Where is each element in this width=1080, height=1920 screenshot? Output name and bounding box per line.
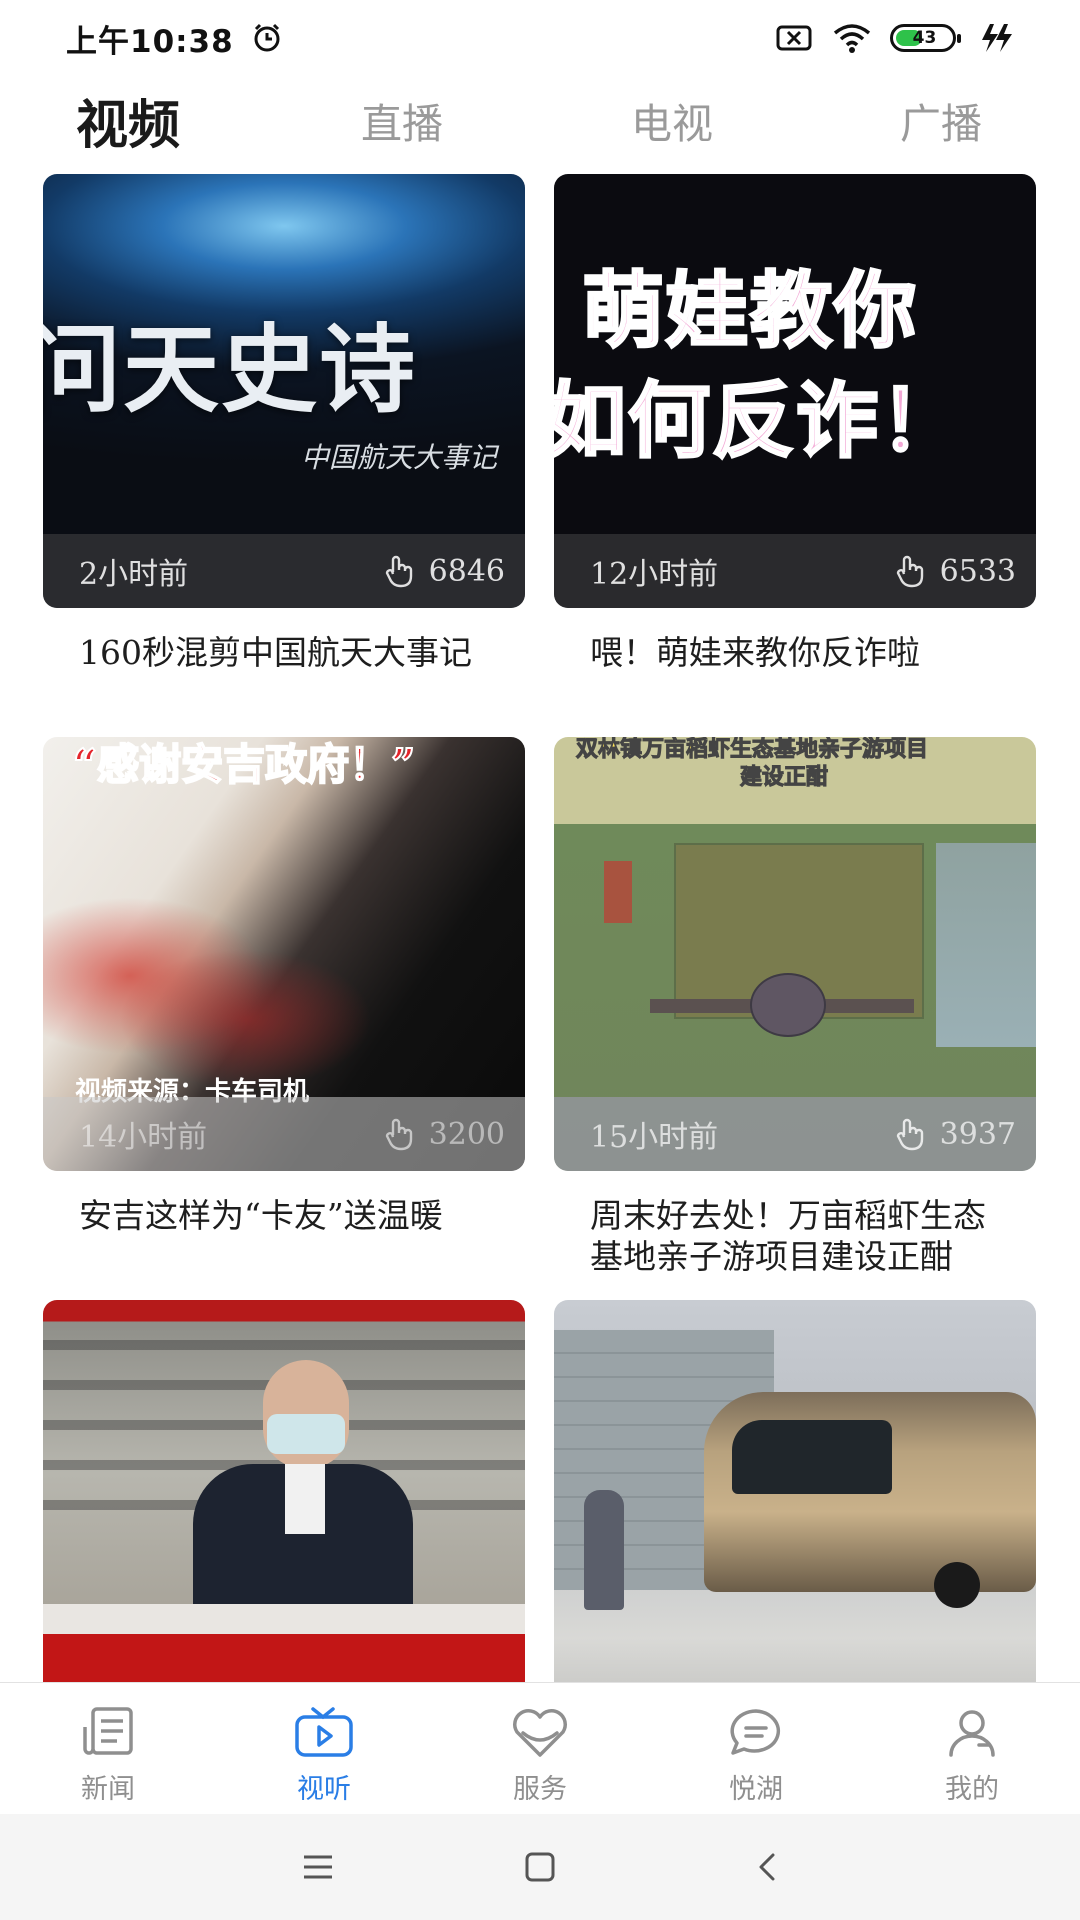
bottom-navigation: 新闻 视听 服务 悦湖 我的 [0,1682,1080,1814]
view-count-value: 6846 [428,553,505,589]
system-navigation-bar [0,1814,1080,1920]
video-thumbnail[interactable]: 双林镇万亩稻虾生态基地亲子游项目 建设正酣 15小时前 3937 [554,737,1036,1171]
person-figure [193,1360,413,1614]
desk-bar [43,1604,525,1634]
user-icon [949,1710,995,1757]
hand-tap-icon [385,555,412,588]
video-card[interactable]: “感谢安吉政府！” 视频来源：卡车司机 14小时前 3200 安吉这样为“卡友”… [43,737,525,1236]
video-title[interactable]: 喂！萌娃来教你反诈啦 [554,632,1036,673]
wifi-icon [833,24,871,53]
video-thumbnail[interactable]: 问天史诗 中国航天大事记 2小时前 6846 [43,174,525,608]
video-grid: 问天史诗 中国航天大事记 2小时前 6846 160秒混剪中国航天大事记 萌娃教… [0,174,1080,1682]
view-count: 6846 [381,552,505,590]
publish-time: 12小时前 [590,557,719,592]
video-title[interactable]: 周末好去处！万亩稻虾生态基地亲子游项目建设正酣 [554,1195,1036,1277]
menu-icon[interactable] [298,1847,338,1887]
heart-service-icon [513,1709,567,1757]
overlay-line-2: 如何反诈！ [554,372,965,471]
nav-label: 悦湖 [729,1774,783,1805]
nav-profile[interactable]: 我的 [864,1683,1080,1814]
video-card[interactable] [554,1300,1036,1682]
tab-tv[interactable]: 电视 [631,90,713,150]
hand-tap-icon [385,1118,412,1151]
publish-time: 15小时前 [590,1120,719,1155]
home-icon[interactable] [520,1847,560,1887]
chat-bubble-icon [730,1709,781,1755]
news-icon [83,1707,133,1755]
publish-time: 2小时前 [79,557,189,592]
nav-community[interactable]: 悦湖 [648,1683,864,1814]
right-field [936,843,1036,1047]
nav-news[interactable]: 新闻 [0,1683,216,1814]
nav-service[interactable]: 服务 [432,1683,648,1814]
overlay-top-text: “感谢安吉政府！” [72,739,416,790]
nav-label: 服务 [513,1774,567,1805]
video-card[interactable]: 双林镇万亩稻虾生态基地亲子游项目 建设正酣 15小时前 3937 周末好去处！万… [554,737,1036,1277]
sim-off-icon [776,25,812,51]
video-card[interactable] [43,1300,525,1682]
battery-icon: 43 [890,24,961,52]
view-count-value: 3937 [939,1116,1016,1152]
video-thumbnail[interactable]: “感谢安吉政府！” 视频来源：卡车司机 14小时前 3200 [43,737,525,1171]
view-count: 6533 [892,552,1016,590]
view-count-value: 6533 [939,553,1016,589]
charging-icon [982,24,1012,52]
video-meta-bar: 12小时前 6533 [554,534,1036,608]
nav-label: 我的 [945,1774,999,1805]
tab-video[interactable]: 视频 [76,83,180,158]
alarm-icon [254,23,280,52]
video-meta-bar: 15小时前 3937 [554,1097,1036,1171]
nav-label: 新闻 [81,1774,135,1805]
tv-play-icon [295,1707,353,1757]
video-meta-bar: 2小时前 6846 [43,534,525,608]
nav-label: 视听 [297,1774,351,1805]
status-icons: 43 [774,21,1014,55]
overlay-line-1: 萌娃教你 [580,262,919,361]
view-count: 3937 [892,1115,1016,1153]
video-thumbnail[interactable] [43,1300,525,1682]
doorman-figure [584,1490,624,1610]
video-meta-bar: 14小时前 3200 [43,1097,525,1171]
video-title[interactable]: 160秒混剪中国航天大事记 [43,632,525,673]
tab-live[interactable]: 直播 [361,90,443,150]
video-card[interactable]: 萌娃教你 如何反诈！ 12小时前 6533 喂！萌娃来教你反诈啦 [554,174,1036,673]
hand-tap-icon [896,1118,923,1151]
video-thumbnail[interactable] [554,1300,1036,1682]
bus-wheel [934,1562,980,1608]
video-thumbnail[interactable]: 萌娃教你 如何反诈！ 12小时前 6533 [554,174,1036,608]
video-card[interactable]: 问天史诗 中国航天大事记 2小时前 6846 160秒混剪中国航天大事记 [43,174,525,673]
view-count-value: 3200 [428,1116,505,1152]
nav-video[interactable]: 视听 [216,1683,432,1814]
bus-windshield [732,1420,892,1494]
battery-level: 43 [912,28,937,48]
top-tabs: 视频 直播 电视 广播 [0,70,1080,170]
publish-time: 14小时前 [79,1120,208,1155]
left-building [604,861,632,923]
status-bar: 上午10:38 43 [0,0,1080,76]
overlay-title: 问天史诗 [43,313,417,426]
app-root: 上午10:38 43 视频 直播 电视 广播 问天史诗 中国航天大事记 2小时前… [0,0,1080,1920]
overlay-subtitle: 中国航天大事记 [301,441,498,474]
video-title[interactable]: 安吉这样为“卡友”送温暖 [43,1195,525,1236]
view-count: 3200 [381,1115,505,1153]
back-icon[interactable] [748,1847,788,1887]
status-time: 上午10:38 [66,23,234,60]
overlay-line-2: 建设正酣 [739,764,829,791]
hand-tap-icon [896,555,923,588]
tab-radio[interactable]: 广播 [900,90,982,150]
round-platform [750,973,826,1037]
